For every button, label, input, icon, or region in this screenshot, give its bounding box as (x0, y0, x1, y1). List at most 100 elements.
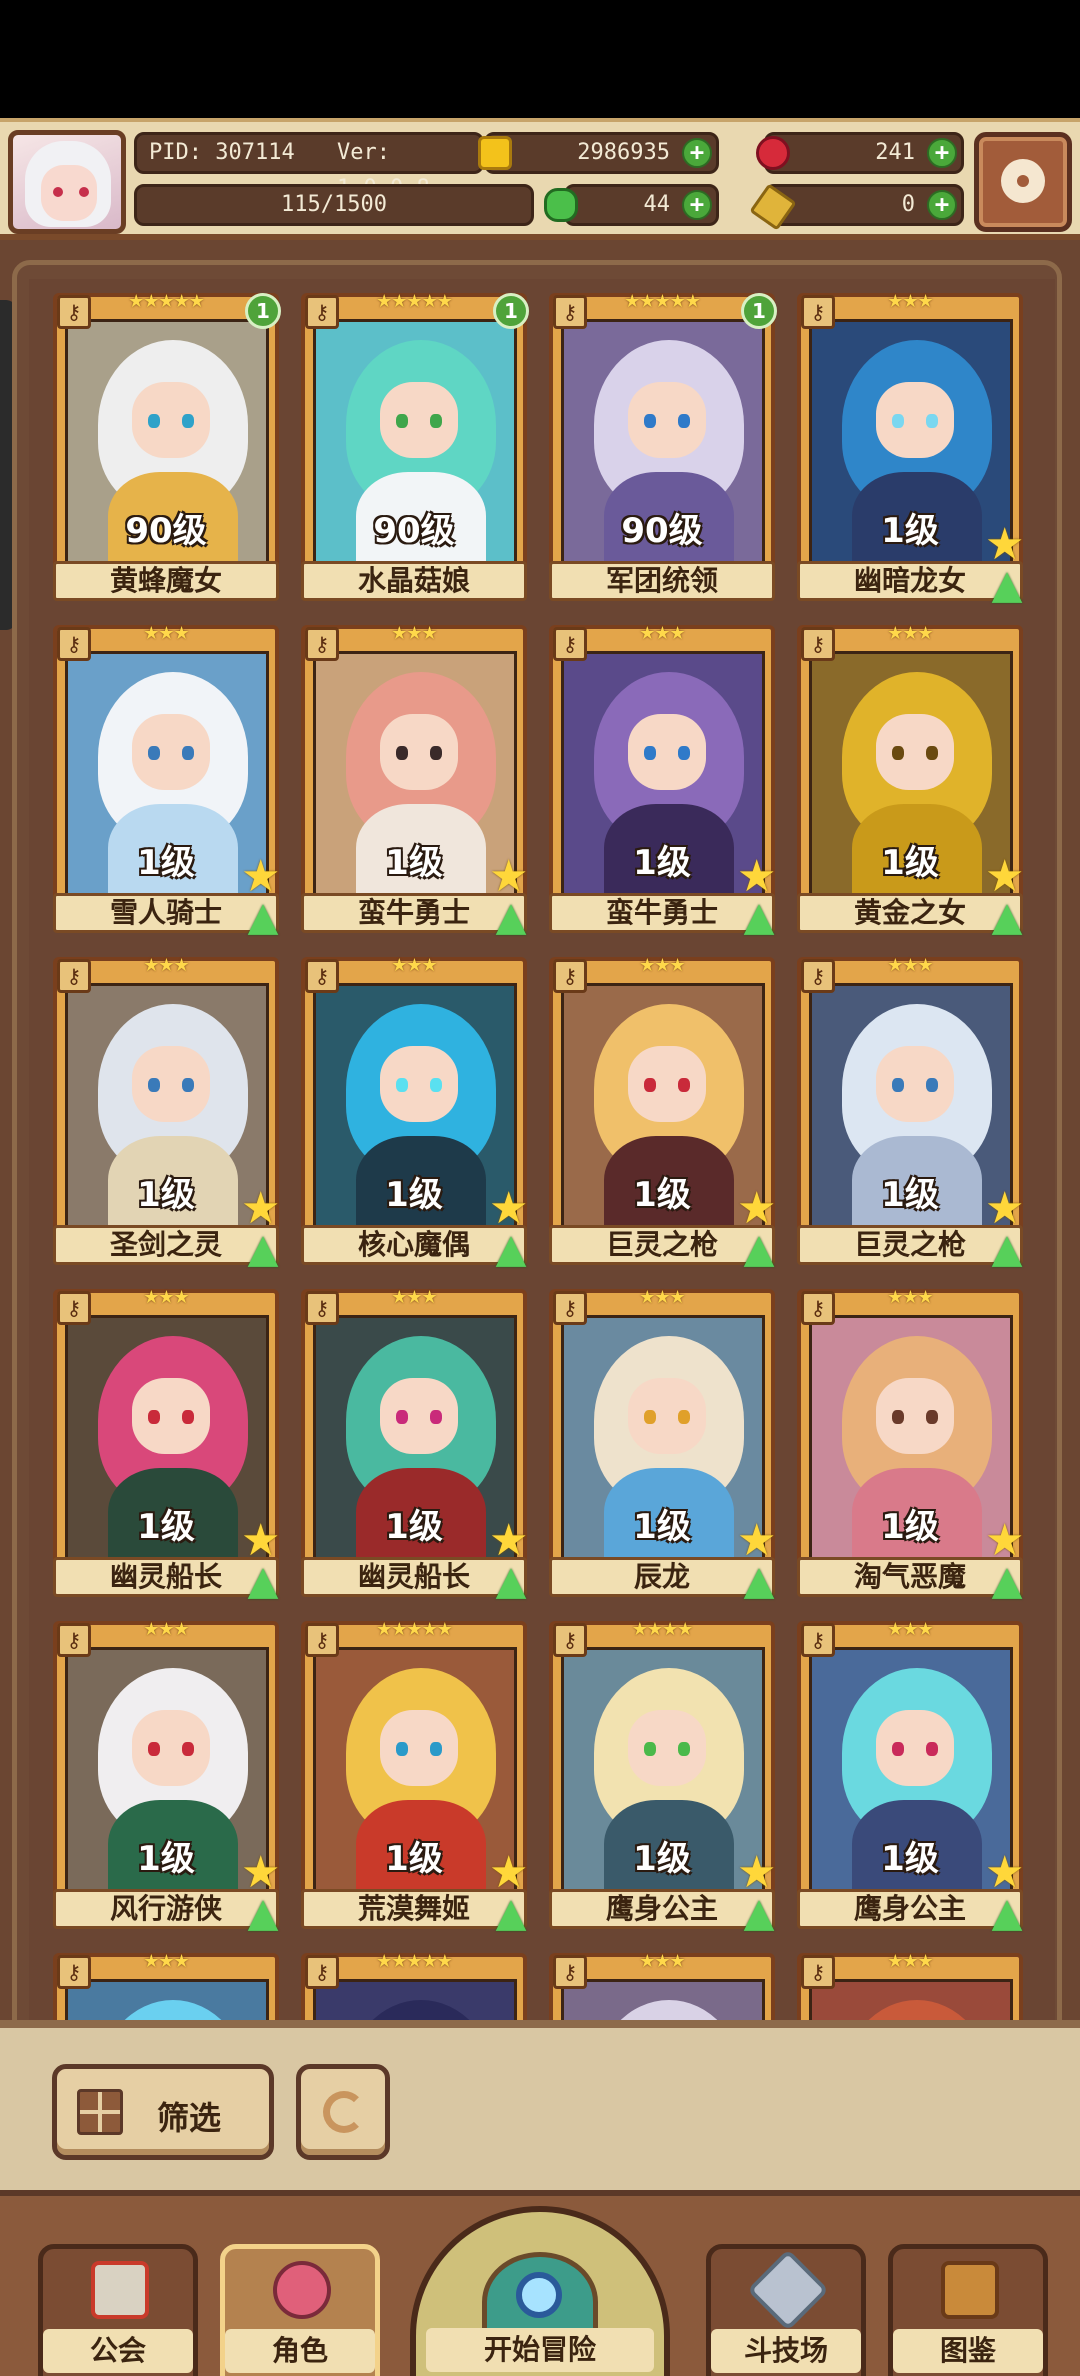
level-up-arrow-icon[interactable]: ▲ (737, 897, 781, 939)
portrait-face (628, 1046, 706, 1122)
portrait-eye (396, 1410, 408, 1424)
level-up-arrow-icon[interactable]: ▲ (241, 1893, 285, 1935)
nav-arena[interactable]: 斗技场 (706, 2244, 866, 2376)
portrait-eye (396, 414, 408, 428)
portrait-face (876, 1046, 954, 1122)
action-panel: 筛选 (0, 2020, 1080, 2190)
star-upgrade-icon[interactable]: ★ (489, 1851, 533, 1895)
character-card[interactable]: ★★★★★ ⚷ 90级 黄蜂魔女 1 (53, 291, 281, 603)
class-icon: ⚷ (553, 1291, 587, 1325)
star-upgrade-icon[interactable]: ★ (241, 1187, 285, 1231)
character-card[interactable]: ★★★★★ ⚷ 90级 水晶菇娘 1 (301, 291, 529, 603)
character-card[interactable]: ★★★ ⚷ 1级 辰龙 ★ ▲ (549, 1287, 776, 1601)
level-up-arrow-icon[interactable]: ▲ (489, 897, 533, 939)
gem-pill: 241 + (764, 132, 964, 174)
level-up-arrow-icon[interactable]: ▲ (985, 1229, 1029, 1271)
star-upgrade-icon[interactable]: ★ (489, 855, 533, 899)
refresh-button[interactable] (296, 2064, 390, 2160)
class-icon: ⚷ (801, 627, 835, 661)
player-avatar[interactable] (8, 130, 126, 234)
key-add-button[interactable]: + (927, 190, 957, 220)
star-upgrade-icon[interactable]: ★ (241, 1851, 285, 1895)
level-up-arrow-icon[interactable]: ▲ (241, 1229, 285, 1271)
star-upgrade-icon[interactable]: ★ (985, 1519, 1029, 1563)
level-up-arrow-icon[interactable]: ▲ (489, 1561, 533, 1603)
character-card[interactable]: ★★★ ⚷ 1级 核心魔偶 ★ ▲ (301, 955, 528, 1269)
gold-add-button[interactable]: + (682, 138, 712, 168)
star-upgrade-icon[interactable]: ★ (737, 1187, 781, 1231)
nav-adventure[interactable]: 开始冒险 (410, 2206, 670, 2376)
character-card[interactable]: ★★★ ⚷ 1级 风行游侠 ★ ▲ (53, 1619, 280, 1933)
portrait-eye (396, 1078, 408, 1092)
level-up-arrow-icon[interactable]: ▲ (241, 1561, 285, 1603)
character-card[interactable]: ★★★ ⚷ 1级 幽暗龙女 ★ ▲ (797, 291, 1024, 605)
character-card[interactable]: ★★★ ⚷ 1级 幽灵船长 ★ ▲ (301, 1287, 528, 1601)
portrait-eye (678, 1410, 690, 1424)
level-up-arrow-icon[interactable]: ▲ (985, 1893, 1029, 1935)
level-up-arrow-icon[interactable]: ▲ (737, 1893, 781, 1935)
resource-bar: PID: 307114 Ver: 1.0.0.8 2986935 + 241 +… (0, 118, 1080, 240)
star-upgrade-icon[interactable]: ★ (985, 1851, 1029, 1895)
player-id: PID: 307114 (149, 140, 295, 165)
clover-add-button[interactable]: + (682, 190, 712, 220)
character-card[interactable]: ★★★ ⚷ 1级 蛮牛勇士 ★ ▲ (301, 623, 528, 937)
character-card[interactable]: ★★★★ ⚷ 1级 鹰身公主 ★ ▲ (549, 1619, 776, 1933)
nav-arena-label: 斗技场 (711, 2329, 861, 2373)
gem-add-button[interactable]: + (927, 138, 957, 168)
level-up-arrow-icon[interactable]: ▲ (489, 1229, 533, 1271)
level-up-arrow-icon[interactable]: ▲ (985, 1561, 1029, 1603)
portrait-eye (644, 1410, 656, 1424)
nav-characters[interactable]: 角色 (220, 2244, 380, 2376)
level-up-arrow-icon[interactable]: ▲ (737, 1561, 781, 1603)
character-card[interactable]: ★★★ ⚷ 1级 圣剑之灵 ★ ▲ (53, 955, 280, 1269)
star-upgrade-icon[interactable]: ★ (737, 1851, 781, 1895)
star-upgrade-icon[interactable]: ★ (241, 855, 285, 899)
portrait-eye (678, 746, 690, 760)
character-card[interactable]: ★★★ ⚷ 1级 黄金之女 ★ ▲ (797, 623, 1024, 937)
level-up-arrow-icon[interactable]: ▲ (985, 565, 1029, 607)
portrait-eye (926, 1078, 938, 1092)
class-icon: ⚷ (553, 1955, 587, 1989)
character-card[interactable]: ★★★ ⚷ 1级 巨灵之枪 ★ ▲ (549, 955, 776, 1269)
character-card[interactable]: ★★★★★ ⚷ 1级 荒漠舞姬 ★ ▲ (301, 1619, 528, 1933)
character-card[interactable]: ★★★ ⚷ 1级 蛮牛勇士 ★ ▲ (549, 623, 776, 937)
nav-codex[interactable]: 图鉴 (888, 2244, 1048, 2376)
character-card[interactable]: ★★★ ⚷ 1级 雪人骑士 ★ ▲ (53, 623, 280, 937)
character-card[interactable]: ★★★ ⚷ 1级 鹰身公主 ★ ▲ (797, 1619, 1024, 1933)
class-icon: ⚷ (57, 295, 91, 329)
level-up-arrow-icon[interactable]: ▲ (985, 897, 1029, 939)
level-up-arrow-icon[interactable]: ▲ (241, 897, 285, 939)
character-card[interactable]: ★★★ ⚷ 1级 幽灵船长 ★ ▲ (53, 1287, 280, 1601)
star-upgrade-icon[interactable]: ★ (489, 1519, 533, 1563)
level-up-arrow-icon[interactable]: ▲ (737, 1229, 781, 1271)
filter-button[interactable]: 筛选 (52, 2064, 274, 2160)
star-upgrade-icon[interactable]: ★ (737, 1519, 781, 1563)
class-icon: ⚷ (57, 1955, 91, 1989)
star-upgrade-icon[interactable]: ★ (985, 855, 1029, 899)
character-grid[interactable]: ★ ★ ★ ★ ★ ⚷ 90级 黄蜂魔女 1 ★ ★ ★ ★ ★ ⚷ 90级 水晶菇娘 1 ★ ★ ★ ★ ★ ⚷ 90级 军团统… (29, 279, 1055, 2035)
portrait-face (628, 1710, 706, 1786)
portrait-eye (892, 1742, 904, 1756)
portrait-face (876, 1378, 954, 1454)
nav-guild[interactable]: 公会 (38, 2244, 198, 2376)
clover-pill: 44 + (564, 184, 719, 226)
portrait-face (132, 1710, 210, 1786)
portrait-eye (430, 1410, 442, 1424)
class-icon: ⚷ (553, 627, 587, 661)
character-card[interactable]: ★★★★★ ⚷ 90级 军团统领 1 (549, 291, 777, 603)
settings-button[interactable] (974, 132, 1072, 232)
level-up-arrow-icon[interactable]: ▲ (489, 1893, 533, 1935)
star-upgrade-icon[interactable]: ★ (737, 855, 781, 899)
character-card[interactable]: ★★★ ⚷ 1级 巨灵之枪 ★ ▲ (797, 955, 1024, 1269)
portrait-eye (926, 414, 938, 428)
character-icon (273, 2261, 331, 2319)
status-bar-area (0, 0, 1080, 118)
character-card[interactable]: ★★★ ⚷ 1级 淘气恶魔 ★ ▲ (797, 1287, 1024, 1601)
star-upgrade-icon[interactable]: ★ (489, 1187, 533, 1231)
class-icon: ⚷ (553, 959, 587, 993)
star-upgrade-icon[interactable]: ★ (985, 1187, 1029, 1231)
class-icon: ⚷ (305, 295, 339, 329)
star-upgrade-icon[interactable]: ★ (241, 1519, 285, 1563)
star-upgrade-icon[interactable]: ★ (985, 523, 1029, 567)
class-icon: ⚷ (57, 627, 91, 661)
